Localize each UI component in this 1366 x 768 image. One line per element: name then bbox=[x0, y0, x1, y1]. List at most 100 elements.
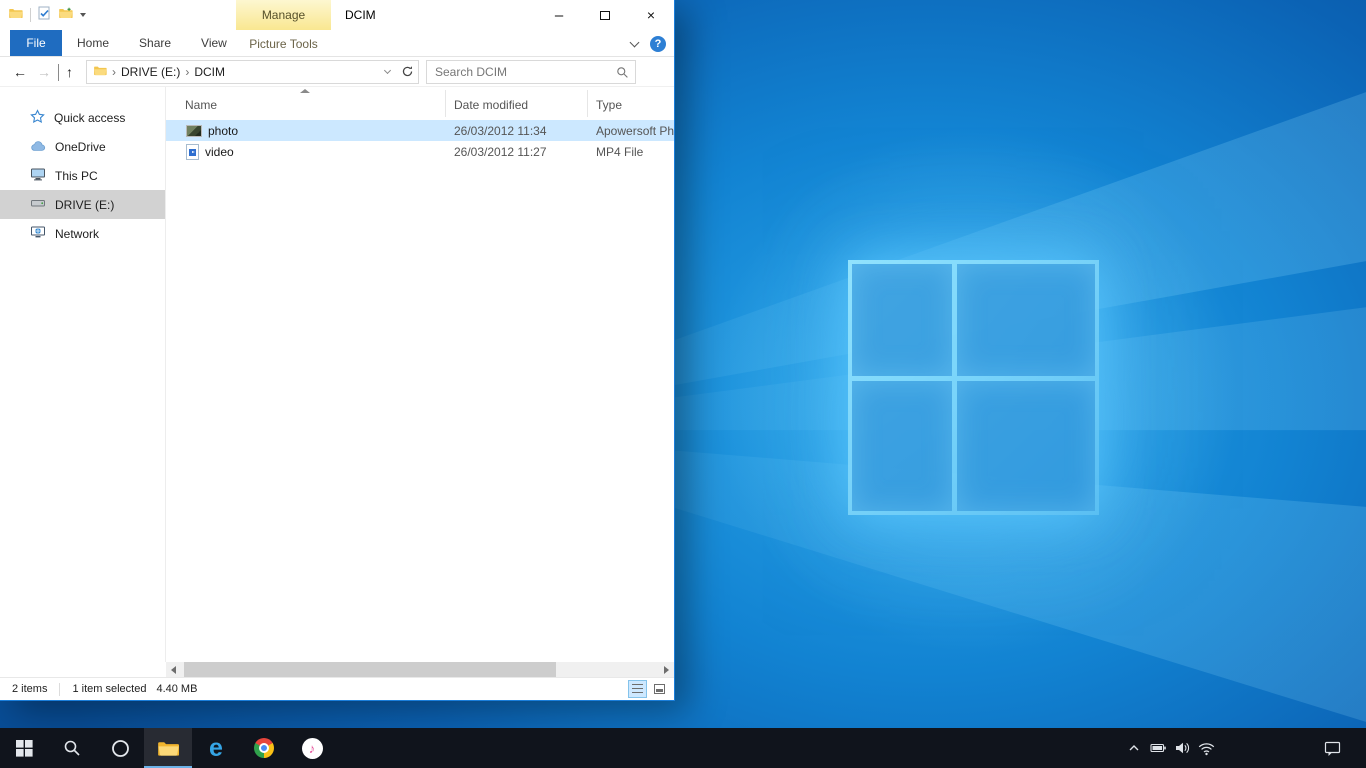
taskbar-chrome-button[interactable] bbox=[240, 728, 288, 768]
contextual-tab-group-manage[interactable]: Manage bbox=[236, 0, 331, 30]
maximize-button[interactable] bbox=[582, 0, 628, 30]
forward-button[interactable]: → bbox=[37, 64, 51, 80]
start-button[interactable] bbox=[0, 728, 48, 768]
file-name: photo bbox=[208, 124, 238, 138]
close-button[interactable]: × bbox=[628, 0, 674, 30]
file-row-photo[interactable]: photo 26/03/2012 11:34 Apowersoft Pho bbox=[166, 120, 674, 141]
location-folder-icon bbox=[93, 64, 107, 79]
tab-picture-tools[interactable]: Picture Tools bbox=[236, 30, 331, 57]
up-button[interactable]: ↑ bbox=[66, 64, 73, 80]
sidebar-item-label: OneDrive bbox=[55, 140, 106, 154]
back-button[interactable]: ← bbox=[13, 64, 27, 80]
toolbar-separator bbox=[30, 8, 31, 22]
help-icon[interactable]: ? bbox=[650, 36, 666, 52]
video-file-icon bbox=[186, 144, 199, 160]
cortana-circle-icon bbox=[111, 739, 130, 758]
column-headers: Name Date modified Type bbox=[166, 90, 674, 117]
music-note-icon: ♪ bbox=[309, 741, 316, 756]
windows-logo-pane bbox=[852, 264, 952, 376]
search-box[interactable] bbox=[426, 60, 636, 84]
tab-home[interactable]: Home bbox=[62, 30, 124, 56]
file-type-cell: Apowersoft Pho bbox=[588, 124, 674, 138]
breadcrumb-drive[interactable]: DRIVE (E:) bbox=[121, 65, 180, 79]
navigation-pane: Quick access OneDrive This PC DRIVE (E:) bbox=[0, 87, 166, 662]
taskbar: e ♪ bbox=[0, 728, 1366, 768]
tab-view[interactable]: View bbox=[186, 30, 242, 56]
taskbar-itunes-button[interactable]: ♪ bbox=[288, 728, 336, 768]
scrollbar-thumb[interactable] bbox=[184, 662, 556, 677]
details-view-icon bbox=[632, 684, 643, 694]
quick-access-toolbar bbox=[8, 0, 86, 30]
search-icon[interactable] bbox=[616, 66, 629, 84]
search-input[interactable] bbox=[427, 61, 635, 83]
sidebar-item-onedrive[interactable]: OneDrive bbox=[0, 132, 165, 161]
itunes-icon: ♪ bbox=[302, 738, 323, 759]
view-toggles bbox=[628, 680, 669, 698]
hidden-icons-chevron-icon[interactable] bbox=[1122, 728, 1146, 768]
expand-ribbon-chevron-icon[interactable] bbox=[630, 37, 640, 47]
sidebar-item-label: Network bbox=[55, 227, 99, 241]
battery-icon[interactable] bbox=[1146, 728, 1170, 768]
recent-locations-chevron-icon[interactable] bbox=[58, 64, 59, 80]
column-header-name[interactable]: Name bbox=[166, 90, 446, 117]
file-date-cell: 26/03/2012 11:27 bbox=[446, 145, 588, 159]
file-date-cell: 26/03/2012 11:34 bbox=[446, 124, 588, 138]
large-icons-view-button[interactable] bbox=[650, 680, 669, 698]
cortana-button[interactable] bbox=[96, 728, 144, 768]
explorer-folder-icon[interactable] bbox=[8, 6, 23, 24]
sidebar-item-this-pc[interactable]: This PC bbox=[0, 161, 165, 190]
column-header-type[interactable]: Type bbox=[588, 90, 674, 117]
titlebar[interactable]: Manage DCIM – × bbox=[0, 0, 674, 30]
details-view-button[interactable] bbox=[628, 680, 647, 698]
sidebar-item-label: DRIVE (E:) bbox=[55, 198, 114, 212]
file-type-cell: MP4 File bbox=[588, 145, 674, 159]
windows-start-icon bbox=[16, 740, 33, 757]
action-center-icon bbox=[1324, 740, 1341, 757]
sidebar-item-drive-e[interactable]: DRIVE (E:) bbox=[0, 190, 165, 219]
maximize-icon bbox=[600, 11, 610, 20]
file-name: video bbox=[205, 145, 234, 159]
refresh-icon[interactable] bbox=[401, 65, 414, 78]
speaker-icon[interactable] bbox=[1170, 728, 1194, 768]
customize-toolbar-chevron-icon[interactable] bbox=[80, 13, 86, 17]
scroll-right-arrow-icon[interactable] bbox=[664, 666, 669, 674]
breadcrumb-separator[interactable]: › bbox=[185, 65, 189, 79]
drive-icon bbox=[30, 196, 46, 213]
edge-icon: e bbox=[209, 736, 223, 761]
cloud-icon bbox=[30, 139, 46, 155]
tab-file[interactable]: File bbox=[10, 30, 62, 56]
address-bar[interactable]: › DRIVE (E:) › DCIM bbox=[86, 60, 419, 84]
taskbar-file-explorer-button[interactable] bbox=[144, 728, 192, 768]
file-rows: photo 26/03/2012 11:34 Apowersoft Pho vi… bbox=[166, 120, 674, 162]
file-explorer-window: Manage DCIM – × File Home Share View Pic… bbox=[0, 0, 675, 701]
scroll-left-arrow-icon[interactable] bbox=[171, 666, 176, 674]
properties-icon[interactable] bbox=[38, 6, 51, 25]
tab-share[interactable]: Share bbox=[124, 30, 186, 56]
windows-logo bbox=[848, 260, 1099, 515]
horizontal-scrollbar[interactable] bbox=[166, 662, 674, 677]
breadcrumb-dcim[interactable]: DCIM bbox=[194, 65, 225, 79]
ribbon-tab-row: File Home Share View Picture Tools ? bbox=[0, 30, 674, 57]
file-name-cell: video bbox=[166, 144, 446, 160]
file-list: Name Date modified Type photo 26/03/2012… bbox=[166, 87, 674, 662]
breadcrumb-separator[interactable]: › bbox=[112, 65, 116, 79]
selection-count: 1 item selected bbox=[72, 683, 146, 695]
column-header-date-modified[interactable]: Date modified bbox=[446, 90, 588, 117]
new-folder-icon[interactable] bbox=[58, 6, 73, 24]
minimize-button[interactable]: – bbox=[536, 0, 582, 30]
sidebar-item-network[interactable]: Network bbox=[0, 219, 165, 248]
manage-label: Manage bbox=[262, 8, 305, 22]
taskbar-edge-button[interactable]: e bbox=[192, 728, 240, 768]
windows-logo-pane bbox=[957, 264, 1095, 376]
address-dropdown-chevron-icon[interactable] bbox=[384, 66, 391, 73]
taskbar-search-button[interactable] bbox=[48, 728, 96, 768]
action-center-button[interactable] bbox=[1314, 728, 1350, 768]
file-row-video[interactable]: video 26/03/2012 11:27 MP4 File bbox=[166, 141, 674, 162]
large-icons-view-icon bbox=[654, 684, 665, 694]
selection-size: 4.40 MB bbox=[156, 683, 197, 695]
chrome-icon bbox=[254, 738, 274, 758]
status-bar: 2 items 1 item selected 4.40 MB bbox=[0, 677, 674, 700]
sidebar-item-quick-access[interactable]: Quick access bbox=[0, 103, 165, 132]
wifi-icon[interactable] bbox=[1194, 728, 1218, 768]
window-controls: – × bbox=[536, 0, 674, 30]
